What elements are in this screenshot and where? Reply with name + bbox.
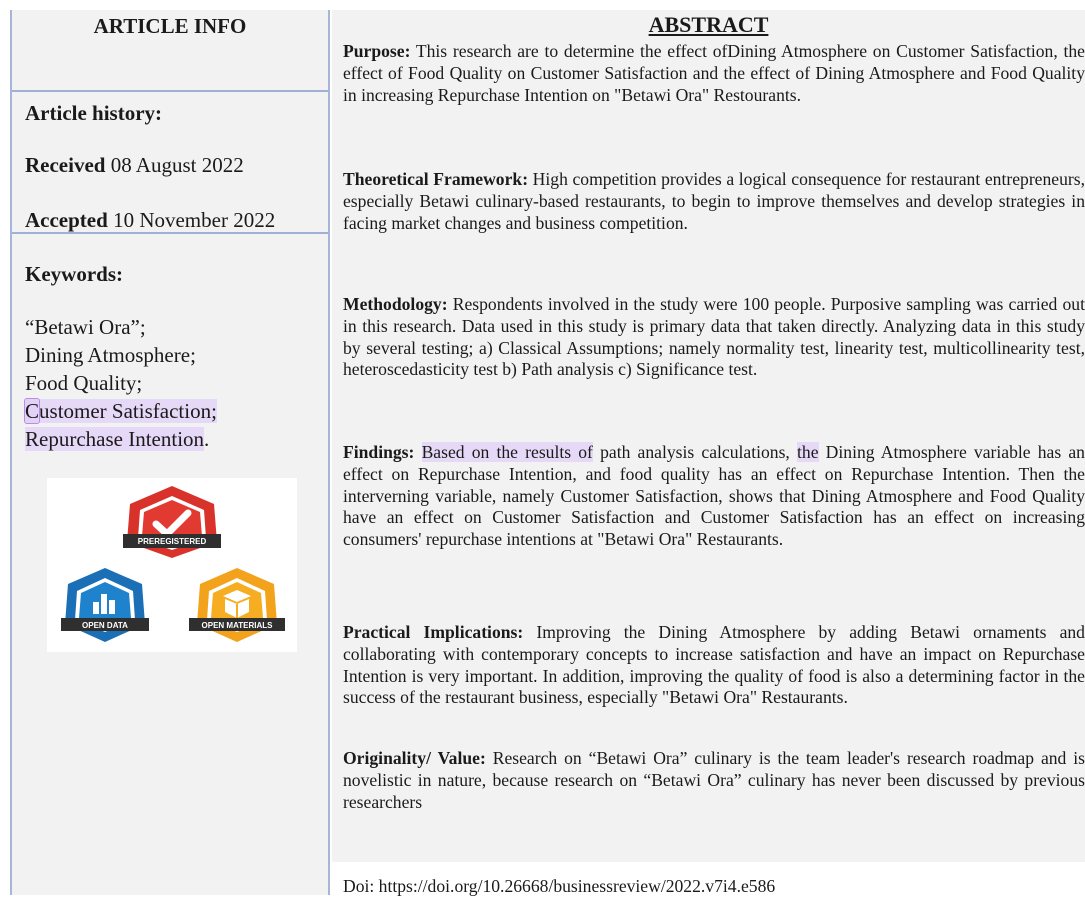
methodology-paragraph: Methodology: Respondents involved in the… — [343, 294, 1085, 381]
purpose-label: Purpose: — [343, 41, 411, 61]
accepted-date: 10 November 2022 — [113, 208, 276, 232]
open-data-badge: OPEN DATA — [61, 568, 149, 642]
highlighted-text[interactable]: the — [797, 442, 819, 462]
findings-paragraph: Findings: Based on the results of path a… — [343, 442, 1085, 551]
purpose-text: This research are to determine the effec… — [343, 41, 1085, 105]
methodology-text: Respondents involved in the study were 1… — [343, 294, 1085, 380]
text-cursor-highlight[interactable]: C — [23, 398, 41, 424]
keyword-item: “Betawi Ora”; — [25, 315, 146, 339]
article-info-heading: ARTICLE INFO — [93, 14, 247, 38]
originality-label: Originality/ Value: — [343, 748, 486, 768]
findings-label: Findings: — [343, 442, 415, 462]
theoretical-framework-paragraph: Theoretical Framework: High competition … — [343, 169, 1085, 234]
divider — [12, 232, 328, 234]
accepted-label: Accepted — [25, 208, 108, 232]
keyword-item: Dining Atmosphere; — [25, 343, 196, 367]
findings-text: path analysis calculations, — [592, 442, 798, 462]
preregistered-badge: PREREGISTERED — [123, 486, 221, 558]
keywords-heading: Keywords: — [25, 262, 123, 286]
highlighted-keyword[interactable]: ustomer Satisfaction; — [39, 399, 217, 423]
practical-implications-label: Practical Implications: — [343, 622, 524, 642]
received-date: 08 August 2022 — [110, 153, 244, 177]
keyword-item: Customer Satisfaction; — [23, 397, 217, 425]
abstract-heading: ABSTRACT — [648, 12, 769, 37]
open-science-badges: PREREGISTERED OPEN DATA OPEN MATERIALS — [47, 478, 297, 652]
methodology-label: Methodology: — [343, 294, 448, 314]
badges-graphic: PREREGISTERED OPEN DATA OPEN MATERIALS — [61, 486, 285, 642]
keyword-item: Food Quality; — [25, 371, 143, 395]
accepted-line: Accepted 10 November 2022 — [25, 208, 275, 233]
article-info-panel: ARTICLE INFO Article history: Received 0… — [10, 10, 330, 895]
keyword-item: Repurchase Intention. — [25, 425, 217, 453]
keyword-punctuation: . — [204, 427, 210, 451]
received-label: Received — [25, 153, 106, 177]
purpose-paragraph: Purpose: This research are to determine … — [343, 41, 1085, 106]
keywords-list: “Betawi Ora”; Dining Atmosphere; Food Qu… — [23, 313, 217, 453]
received-line: Received 08 August 2022 — [25, 153, 244, 178]
practical-implications-paragraph: Practical Implications: Improving the Di… — [343, 622, 1085, 709]
article-page: ARTICLE INFO Article history: Received 0… — [0, 0, 1085, 897]
doi-link[interactable]: Doi: https://doi.org/10.26668/businessre… — [343, 876, 775, 897]
theoretical-framework-label: Theoretical Framework: — [343, 169, 529, 189]
article-history-heading: Article history: — [25, 101, 163, 125]
abstract-panel: ABSTRACT Purpose: This research are to d… — [332, 10, 1085, 897]
open-materials-badge-label: OPEN MATERIALS — [202, 621, 274, 630]
open-data-badge-label: OPEN DATA — [82, 621, 128, 630]
open-materials-badge: OPEN MATERIALS — [189, 568, 285, 642]
preregistered-badge-label: PREREGISTERED — [138, 537, 207, 546]
divider — [12, 90, 328, 92]
highlighted-keyword[interactable]: Repurchase Intention — [25, 427, 205, 451]
highlighted-text[interactable]: Based on the results of — [421, 442, 593, 462]
originality-paragraph: Originality/ Value: Research on “Betawi … — [343, 748, 1085, 813]
